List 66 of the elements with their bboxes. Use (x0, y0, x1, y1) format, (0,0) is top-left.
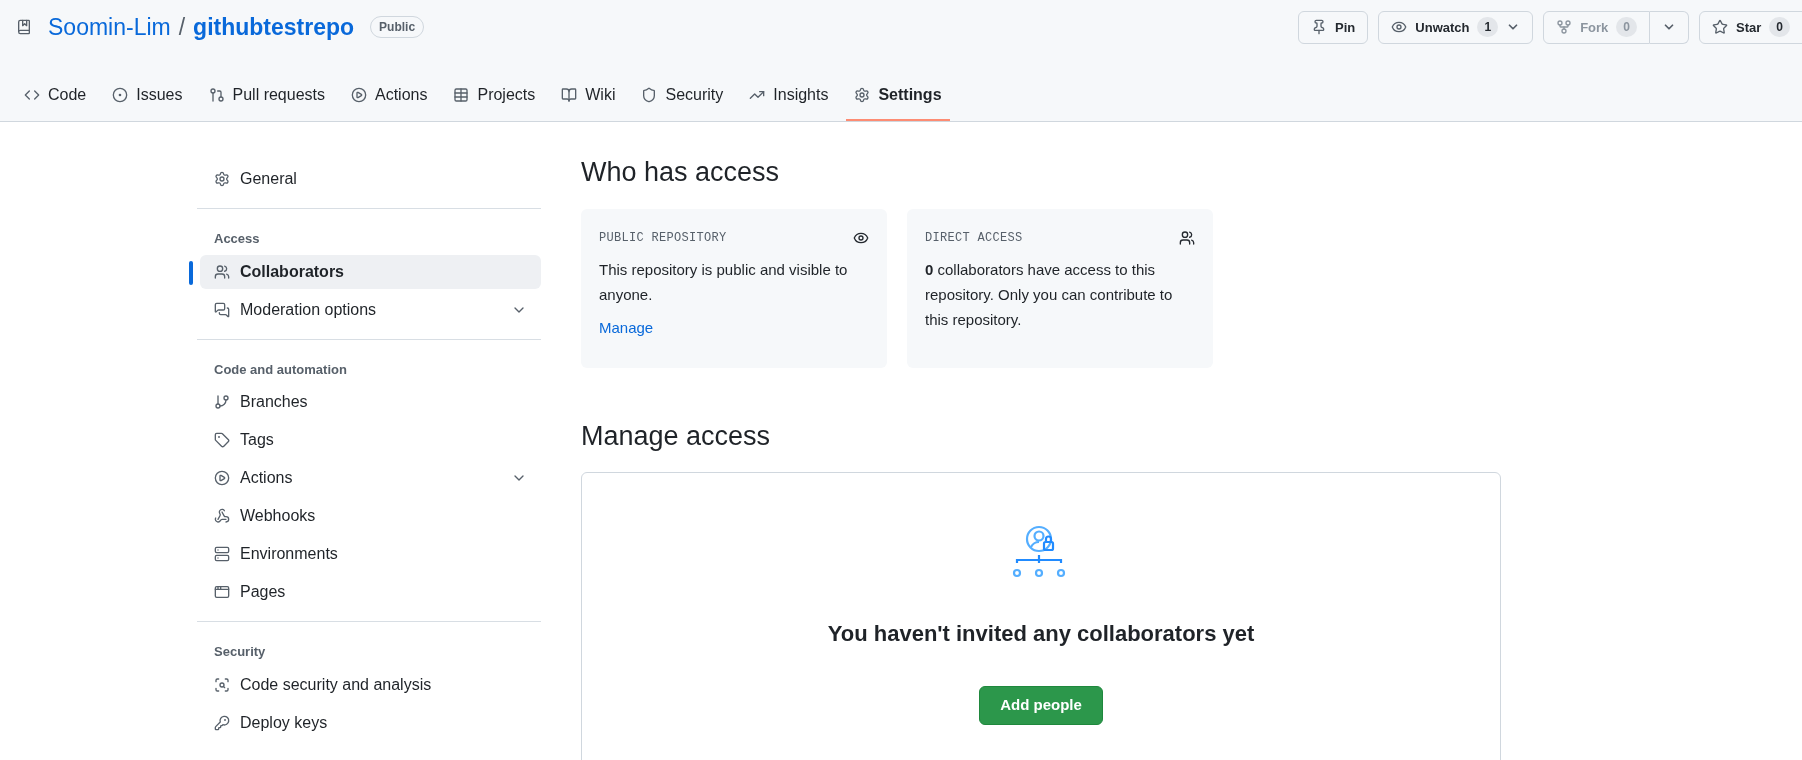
sidebar-item[interactable]: Code security and analysis (200, 667, 541, 702)
repo-tab[interactable]: Actions (343, 79, 436, 121)
code-scan-icon (214, 676, 230, 693)
sidebar-item[interactable]: Actions (200, 461, 541, 495)
sidebar-item[interactable]: Pages (200, 575, 541, 609)
dropdown-button[interactable] (1650, 10, 1689, 44)
sidebar-heading: Security (213, 643, 267, 661)
play-icon (351, 87, 367, 103)
repo-tab[interactable]: Projects (445, 79, 544, 121)
sidebar-item[interactable]: General (200, 162, 541, 196)
watch-button[interactable]: Unwatch 1 (1378, 10, 1534, 44)
table-icon (453, 87, 470, 103)
card-label: PUBLIC REPOSITORY (599, 229, 727, 247)
webhook-icon (214, 508, 230, 524)
code-icon (24, 87, 40, 103)
server-icon (214, 546, 230, 562)
sidebar-heading: Access (213, 230, 261, 248)
sidebar-item[interactable]: Collaborators (200, 254, 541, 289)
settings-icon (854, 87, 871, 103)
manage-link[interactable]: Manage (599, 316, 869, 339)
repo-tab[interactable]: Issues (104, 79, 191, 121)
star-button[interactable]: Star 0 (1699, 10, 1802, 44)
settings-icon (214, 171, 230, 187)
sidebar-item[interactable]: Tags (200, 423, 541, 457)
pull-request-icon (208, 87, 225, 103)
sidebar-item[interactable]: Environments (200, 537, 541, 571)
circle-dot-icon (112, 87, 129, 103)
section-title: Who has access (581, 156, 781, 189)
repo-tab[interactable]: Code (16, 79, 95, 121)
play-icon (214, 470, 230, 486)
shield-icon (641, 87, 658, 103)
book-icon (561, 87, 578, 103)
sidebar-item[interactable]: Webhooks (200, 499, 541, 533)
owner-link[interactable]: Soomin-Lim (48, 10, 171, 45)
repo-tab[interactable]: Security (633, 79, 732, 121)
selected-indicator (189, 260, 193, 285)
sidebar-item[interactable]: Moderation options (200, 292, 541, 327)
branch-icon (214, 394, 230, 410)
star-icon (1712, 19, 1728, 36)
repo-icon (16, 19, 32, 36)
people-icon (1179, 229, 1195, 246)
fork-icon (1556, 19, 1573, 36)
count-badge: 0 (1616, 17, 1637, 38)
add-people-button[interactable]: Add people (979, 686, 1103, 725)
key-icon (214, 714, 230, 731)
count-badge: 1 (1477, 17, 1499, 38)
repo-name-link[interactable]: githubtestrepo (193, 10, 355, 45)
path-separator: / (178, 13, 186, 42)
card-text: 0 collaborators have access to this repository. Only you can contribute to this repository. (925, 259, 1174, 330)
section-title: Manage access (581, 419, 772, 453)
repo-tab[interactable]: Pull requests (200, 79, 333, 121)
people-icon (214, 263, 230, 280)
speech-bubbles-icon (214, 301, 230, 318)
browser-window-icon (214, 584, 230, 600)
empty-state-message: You haven't invited any collaborators yet (827, 620, 1255, 648)
repo-tab[interactable]: Insights (741, 79, 837, 121)
card-text: This repository is public and visible to anyone. (599, 259, 849, 305)
sidebar-item[interactable]: Deploy keys (200, 705, 541, 740)
tag-icon (214, 432, 230, 448)
card-label: DIRECT ACCESS (925, 229, 1023, 247)
sidebar-heading: Code and automation (213, 360, 348, 379)
repo-tab[interactable]: Wiki (553, 79, 624, 121)
sidebar-item[interactable]: Branches (200, 385, 541, 419)
count-badge: 0 (1769, 17, 1790, 38)
repo-tab[interactable]: Settings (846, 79, 950, 121)
pin-button[interactable]: Pin (1298, 10, 1369, 44)
